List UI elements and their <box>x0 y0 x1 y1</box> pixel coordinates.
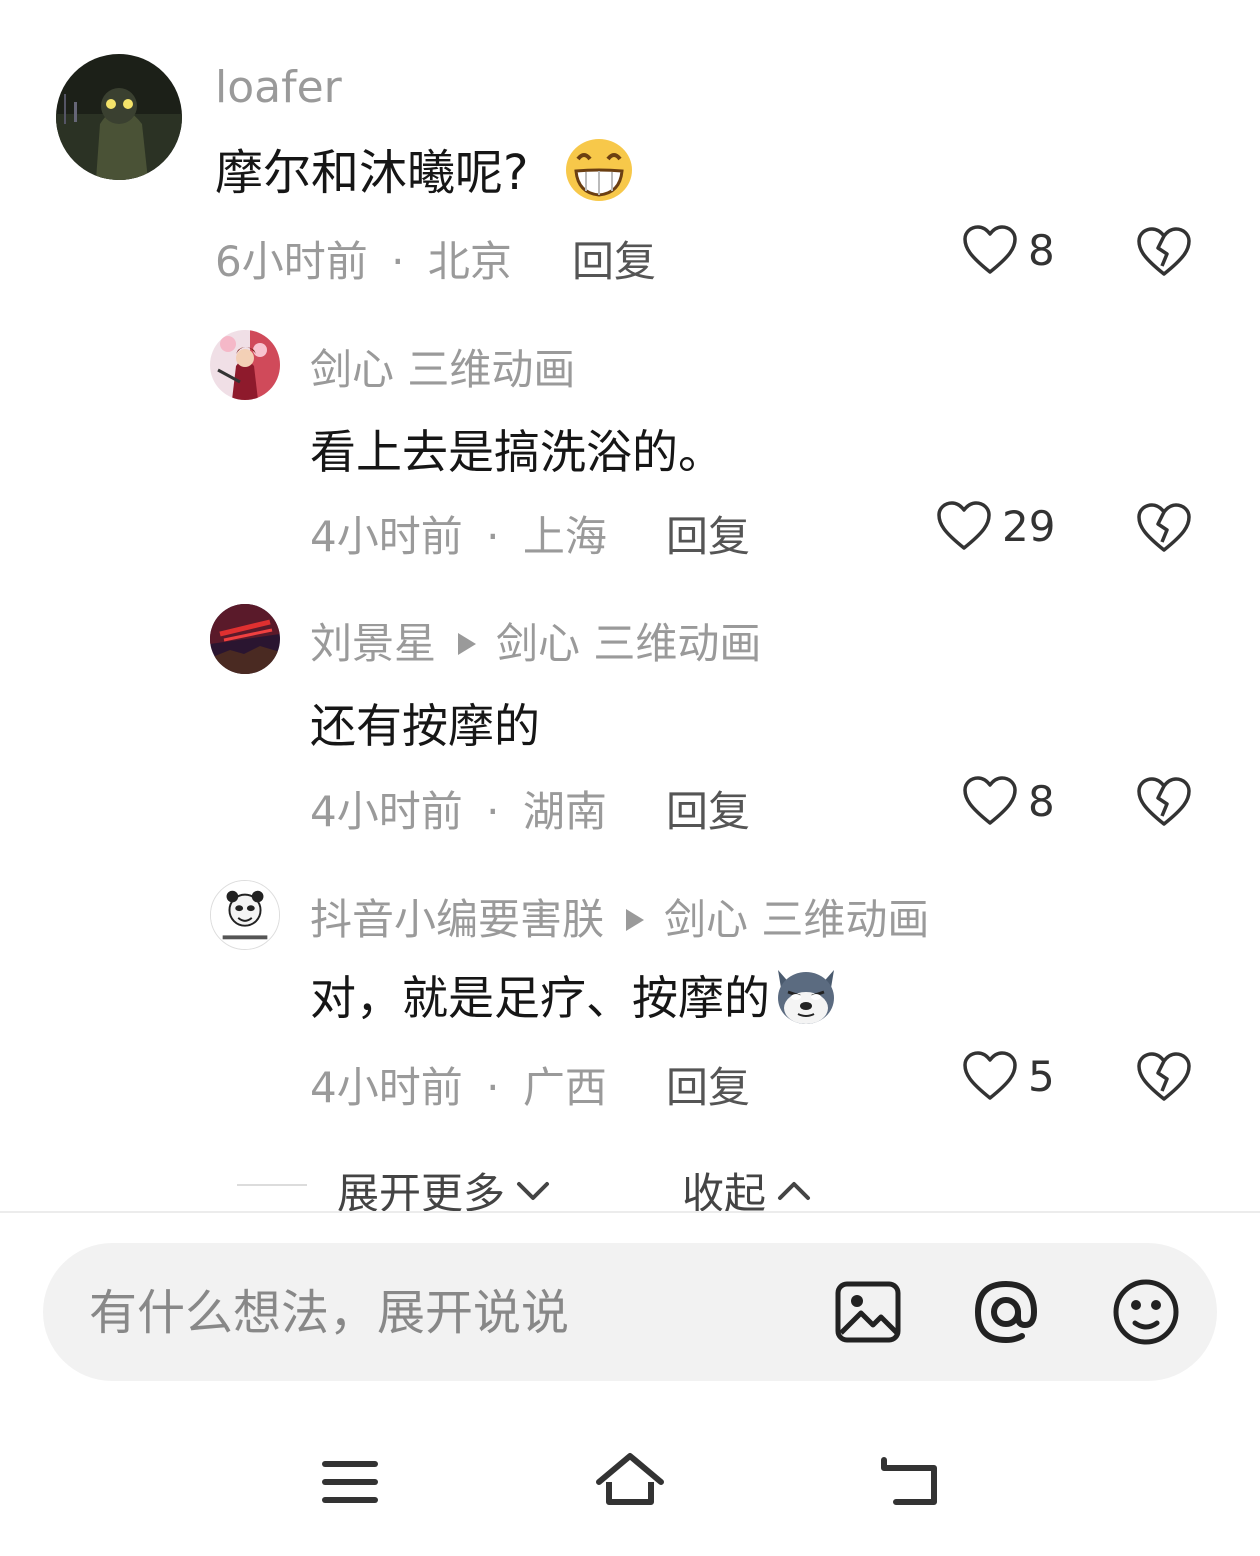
home-icon[interactable] <box>585 1440 675 1530</box>
comment-text: 对，就是足疗、按摩的 <box>310 962 840 1039</box>
username[interactable]: 剑心 三维动画 <box>310 336 575 397</box>
broken-heart-icon <box>1137 227 1191 276</box>
heart-icon <box>963 776 1017 825</box>
reply-button[interactable]: 回复 <box>666 1054 750 1115</box>
comment-text-content: 摩尔和沐曦呢? <box>215 145 529 201</box>
like-count: 8 <box>1028 776 1055 826</box>
avatar[interactable] <box>210 330 280 400</box>
comment-time: 4小时前 <box>310 1063 463 1112</box>
avatar[interactable] <box>210 604 280 674</box>
username: 抖音小编要害朕 剑心 三维动画 <box>310 886 929 947</box>
dislike-button[interactable] <box>1136 502 1192 554</box>
dislike-button[interactable] <box>1136 226 1192 278</box>
grinning-face-emoji <box>564 137 634 215</box>
broken-heart-icon <box>1137 503 1191 552</box>
meta-separator: · <box>486 787 500 836</box>
avatar[interactable] <box>56 54 182 180</box>
reply-arrow-icon <box>458 632 477 655</box>
menu-icon[interactable] <box>305 1440 395 1530</box>
comment-time: 4小时前 <box>310 787 463 836</box>
comment-input[interactable] <box>87 1277 791 1349</box>
like-button[interactable]: 29 <box>936 500 1055 552</box>
dislike-button[interactable] <box>1136 1051 1192 1103</box>
reply-to-username[interactable]: 剑心 三维动画 <box>496 619 761 668</box>
comment-text: 摩尔和沐曦呢? <box>215 133 634 215</box>
heart-icon <box>963 225 1017 274</box>
comment-text: 还有按摩的 <box>310 699 540 753</box>
system-nav-bar <box>0 1440 1260 1530</box>
comment-location: 广西 <box>522 1063 607 1112</box>
avatar[interactable] <box>210 880 280 950</box>
comment-location: 湖南 <box>522 787 607 836</box>
comment-time: 4小时前 <box>310 512 463 561</box>
like-count: 29 <box>1002 501 1056 551</box>
dislike-button[interactable] <box>1136 776 1192 828</box>
comment-time: 6小时前 <box>215 237 368 286</box>
comment-meta: 4小时前 · 湖南 <box>310 778 607 839</box>
reply-button[interactable]: 回复 <box>572 228 656 289</box>
comment-meta: 6小时前 · 北京 <box>215 228 512 289</box>
heart-icon <box>937 501 991 550</box>
chevron-up-icon <box>778 1181 811 1200</box>
divider <box>0 1211 1260 1213</box>
at-icon[interactable] <box>971 1277 1041 1347</box>
username-link[interactable]: 刘景星 <box>310 619 436 668</box>
meta-separator: · <box>391 237 405 286</box>
comment-text: 看上去是搞洗浴的。 <box>310 425 724 479</box>
like-button[interactable]: 8 <box>962 775 1055 827</box>
like-count: 8 <box>1028 225 1055 275</box>
like-count: 5 <box>1028 1051 1055 1101</box>
like-button[interactable]: 8 <box>962 224 1055 276</box>
back-icon[interactable] <box>866 1440 956 1530</box>
comment-input-bar <box>43 1243 1217 1381</box>
username[interactable]: loafer <box>215 62 342 113</box>
comment-text-content: 对，就是足疗、按摩的 <box>310 971 770 1025</box>
reply-to-username[interactable]: 剑心 三维动画 <box>664 895 929 944</box>
comment-meta: 4小时前 · 广西 <box>310 1054 607 1115</box>
chevron-down-icon <box>517 1181 550 1200</box>
reply-button[interactable]: 回复 <box>666 503 750 564</box>
comment-meta: 4小时前 · 上海 <box>310 503 607 564</box>
broken-heart-icon <box>1137 777 1191 826</box>
like-button[interactable]: 5 <box>962 1050 1055 1102</box>
comment-location: 上海 <box>522 512 607 561</box>
husky-dog-emoji <box>772 964 840 1039</box>
meta-separator: · <box>486 1063 500 1112</box>
reply-button[interactable]: 回复 <box>666 778 750 839</box>
replies-toggle-row: 展开更多 收起 <box>0 1160 1260 1218</box>
emoji-face-icon[interactable] <box>1111 1277 1181 1347</box>
reply-arrow-icon <box>626 908 645 931</box>
username: 刘景星 剑心 三维动画 <box>310 610 761 671</box>
broken-heart-icon <box>1137 1052 1191 1101</box>
image-icon[interactable] <box>833 1277 903 1347</box>
comment-location: 北京 <box>427 237 512 286</box>
heart-icon <box>963 1051 1017 1100</box>
meta-separator: · <box>486 512 500 561</box>
username-link[interactable]: 抖音小编要害朕 <box>310 895 604 944</box>
divider-line <box>237 1184 307 1186</box>
